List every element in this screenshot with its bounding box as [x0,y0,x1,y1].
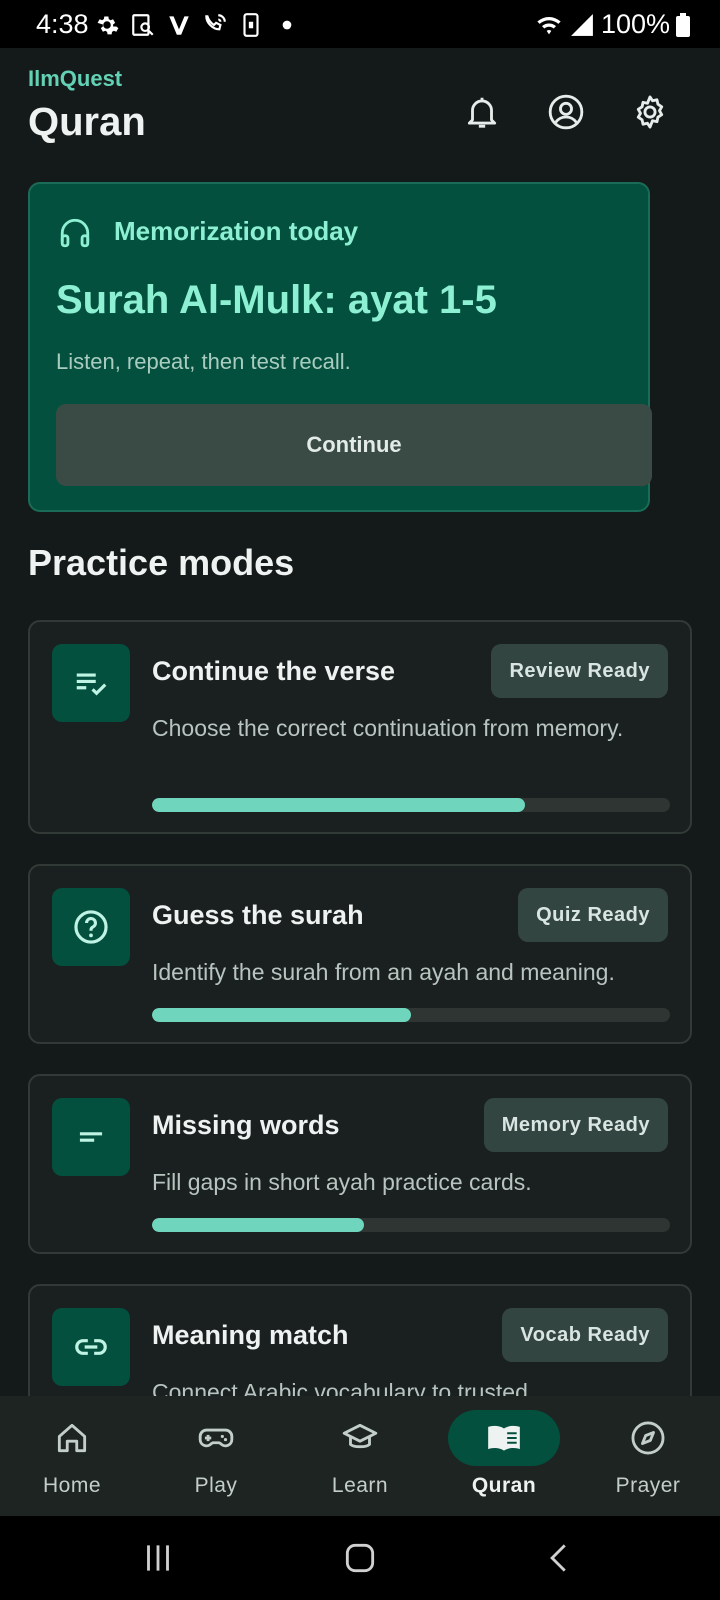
progress-bar [152,1218,670,1232]
status-badge: Quiz Ready [518,888,668,942]
status-badge: Memory Ready [483,1098,668,1152]
card-icon-tile [52,644,130,722]
headphones-icon [60,218,90,248]
nav-label: Quran [471,1474,537,1497]
card-title: Meaning match [152,1320,349,1350]
memorization-label: Memorization today [114,216,359,246]
recents-button[interactable] [118,1516,198,1600]
brand-name: IlmQuest [28,66,123,91]
question-icon [74,910,108,944]
practice-card-missing-words[interactable]: Missing words Memory Ready Fill gaps in … [28,1074,692,1254]
memorization-subtitle: Listen, repeat, then test recall. [56,349,351,374]
home-system-button[interactable] [320,1516,400,1600]
nav-icon-container [16,1410,128,1466]
profile-button[interactable] [538,84,594,140]
gamepad-icon [198,1428,234,1448]
card-description: Fill gaps in short ayah practice cards. [152,1169,532,1195]
system-navigation-bar [0,1516,720,1600]
nav-icon-container [448,1410,560,1466]
nav-label: Prayer [615,1474,681,1497]
account-circle-icon [548,94,584,130]
progress-bar [152,1008,670,1022]
app-bar: IlmQuest Quran [0,48,720,174]
card-title: Missing words [152,1110,340,1140]
v-status-icon [169,16,189,35]
progress-fill [152,798,525,812]
nav-label: Home [42,1474,102,1497]
phone-status-icon [243,13,259,37]
signal-icon [571,13,593,36]
gear-icon [636,95,664,129]
nav-icon-container [160,1410,272,1466]
card-icon-tile [52,888,130,966]
practice-card-guess-surah[interactable]: Guess the surah Quiz Ready Identify the … [28,864,692,1044]
card-title: Continue the verse [152,656,396,686]
status-right: 100% [535,9,690,40]
status-bar: 4:38 100% [0,0,720,48]
page-title: Quran [28,100,146,144]
home-outline-icon [345,1543,375,1573]
bottom-navigation: Home Play Learn Quran Prayer [0,1396,720,1516]
status-icons [94,12,300,38]
nav-icon-container [304,1410,416,1466]
continue-button[interactable]: Continue [56,404,652,486]
status-badge: Review Ready [491,644,668,698]
checklist-icon [76,673,107,696]
status-time: 4:38 [36,9,89,39]
progress-bar [152,798,670,812]
notifications-button[interactable] [454,84,510,140]
card-icon-tile [52,1098,130,1176]
nav-item-play[interactable]: Play [144,1396,288,1516]
settings-button[interactable] [622,84,678,140]
section-title: Practice modes [28,542,295,583]
nav-icon-container [592,1410,704,1466]
battery-icon [676,12,690,37]
back-button[interactable] [520,1516,600,1600]
card-description: Identify the surah from an ayah and mean… [152,959,615,985]
wifi-icon [537,16,561,34]
nav-item-prayer[interactable]: Prayer [576,1396,720,1516]
progress-fill [152,1008,411,1022]
recents-icon [147,1545,169,1571]
back-icon [550,1544,566,1572]
nav-label: Learn [331,1474,389,1497]
battery-percent: 100% [600,9,670,39]
short-text-icon [79,1132,103,1142]
practice-card-continue-verse[interactable]: Continue the verse Review Ready Choose t… [28,620,692,834]
settings-status-icon [97,16,119,35]
wifi-call-icon [205,14,226,31]
nav-label: Play [194,1474,238,1497]
school-icon [342,1423,378,1449]
link-icon [75,1339,107,1355]
card-description: Choose the correct continuation from mem… [152,715,624,741]
bell-icon [467,97,497,128]
nav-item-quran[interactable]: Quran [432,1396,576,1516]
status-badge: Vocab Ready [502,1308,668,1362]
nav-item-home[interactable]: Home [0,1396,144,1516]
nav-item-learn[interactable]: Learn [288,1396,432,1516]
home-icon [57,1423,87,1453]
card-title: Guess the surah [152,900,364,930]
memorization-card: Memorization today Surah Al-Mulk: ayat 1… [28,182,652,512]
progress-fill [152,1218,365,1232]
book-icon [488,1425,520,1451]
dot-icon [282,20,292,30]
search-status-icon [132,14,154,36]
compass-icon [631,1421,665,1455]
card-icon-tile [52,1308,130,1386]
memorization-title: Surah Al-Mulk: ayat 1-5 [56,278,497,322]
